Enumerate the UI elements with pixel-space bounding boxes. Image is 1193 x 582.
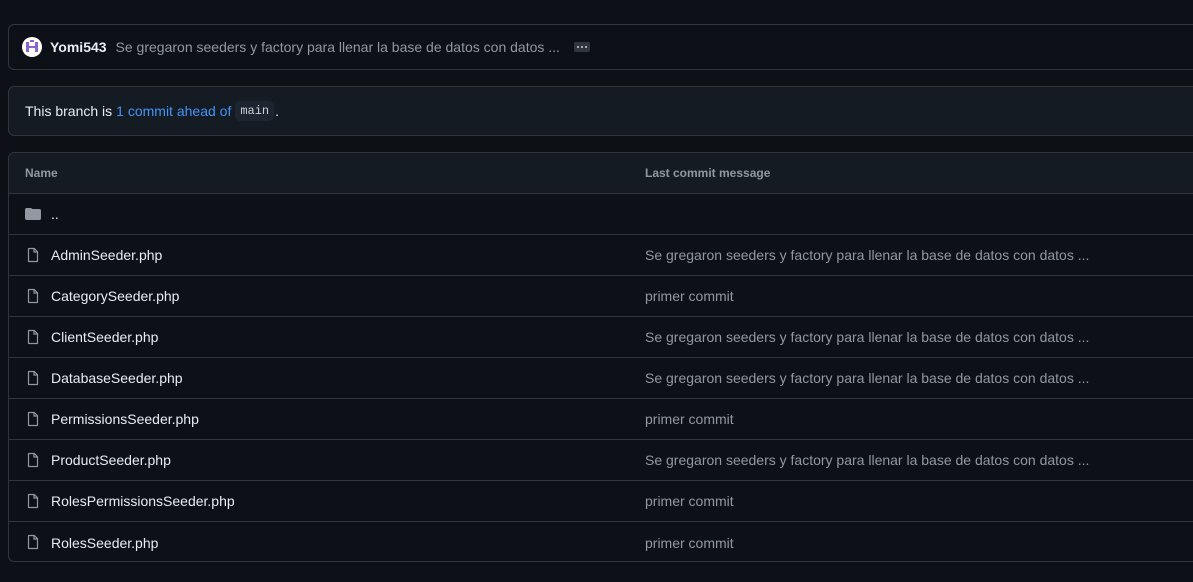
- file-commit-message[interactable]: Se gregaron seeders y factory para llena…: [645, 247, 1089, 263]
- table-row[interactable]: DatabaseSeeder.php Se gregaron seeders y…: [9, 358, 1193, 399]
- file-icon: [27, 493, 39, 509]
- branch-status-prefix: This branch is: [25, 103, 113, 119]
- branch-status-suffix: .: [275, 103, 280, 119]
- ellipsis-icon: [584, 46, 587, 48]
- file-icon: [27, 370, 39, 386]
- base-branch-name: main: [235, 101, 275, 121]
- table-row[interactable]: RolesPermissionsSeeder.php primer commit: [9, 481, 1193, 522]
- file-icon: [27, 534, 39, 550]
- expand-commit-button[interactable]: [573, 42, 590, 52]
- table-row[interactable]: RolesSeeder.php primer commit: [9, 522, 1193, 561]
- file-commit-message[interactable]: Se gregaron seeders y factory para llena…: [645, 370, 1089, 386]
- parent-directory-link[interactable]: ..: [51, 206, 59, 222]
- commit-message[interactable]: Se gregaron seeders y factory para llena…: [116, 39, 560, 55]
- table-header: Name Last commit message: [9, 153, 1193, 194]
- file-name-link[interactable]: DatabaseSeeder.php: [51, 370, 183, 386]
- file-name-link[interactable]: ClientSeeder.php: [51, 329, 158, 345]
- commits-ahead-link[interactable]: 1 commit ahead of: [116, 103, 231, 119]
- file-icon: [27, 411, 39, 427]
- file-icon: [27, 329, 39, 345]
- latest-commit-bar: Yomi543 Se gregaron seeders y factory pa…: [8, 24, 1193, 70]
- commit-author[interactable]: Yomi543: [50, 39, 107, 55]
- file-icon: [27, 247, 39, 263]
- file-commit-message[interactable]: primer commit: [645, 535, 734, 551]
- avatar[interactable]: [22, 37, 42, 57]
- file-icon: [27, 288, 39, 304]
- column-header-message: Last commit message: [645, 166, 771, 180]
- file-commit-message[interactable]: primer commit: [645, 493, 734, 509]
- table-row[interactable]: PermissionsSeeder.php primer commit: [9, 399, 1193, 440]
- ellipsis-icon: [576, 46, 579, 48]
- file-table: Name Last commit message .. AdminSeeder.…: [8, 152, 1193, 562]
- identicon-icon: [24, 39, 40, 55]
- parent-directory-row[interactable]: ..: [9, 194, 1193, 235]
- file-name-link[interactable]: AdminSeeder.php: [51, 247, 162, 263]
- file-name-link[interactable]: PermissionsSeeder.php: [51, 411, 199, 427]
- table-row[interactable]: CategorySeeder.php primer commit: [9, 276, 1193, 317]
- table-row[interactable]: ClientSeeder.php Se gregaron seeders y f…: [9, 317, 1193, 358]
- file-commit-message[interactable]: Se gregaron seeders y factory para llena…: [645, 329, 1089, 345]
- file-commit-message[interactable]: Se gregaron seeders y factory para llena…: [645, 452, 1089, 468]
- file-name-link[interactable]: RolesSeeder.php: [51, 535, 158, 551]
- table-row[interactable]: AdminSeeder.php Se gregaron seeders y fa…: [9, 235, 1193, 276]
- file-commit-message[interactable]: primer commit: [645, 288, 734, 304]
- table-row[interactable]: ProductSeeder.php Se gregaron seeders y …: [9, 440, 1193, 481]
- file-name-link[interactable]: RolesPermissionsSeeder.php: [51, 493, 235, 509]
- column-header-name: Name: [25, 166, 58, 180]
- file-icon: [27, 452, 39, 468]
- file-name-link[interactable]: CategorySeeder.php: [51, 288, 179, 304]
- file-commit-message[interactable]: primer commit: [645, 411, 734, 427]
- folder-icon: [25, 208, 41, 220]
- file-name-link[interactable]: ProductSeeder.php: [51, 452, 171, 468]
- ellipsis-icon: [580, 46, 583, 48]
- branch-status-bar: This branch is 1 commit ahead of main .: [8, 86, 1193, 136]
